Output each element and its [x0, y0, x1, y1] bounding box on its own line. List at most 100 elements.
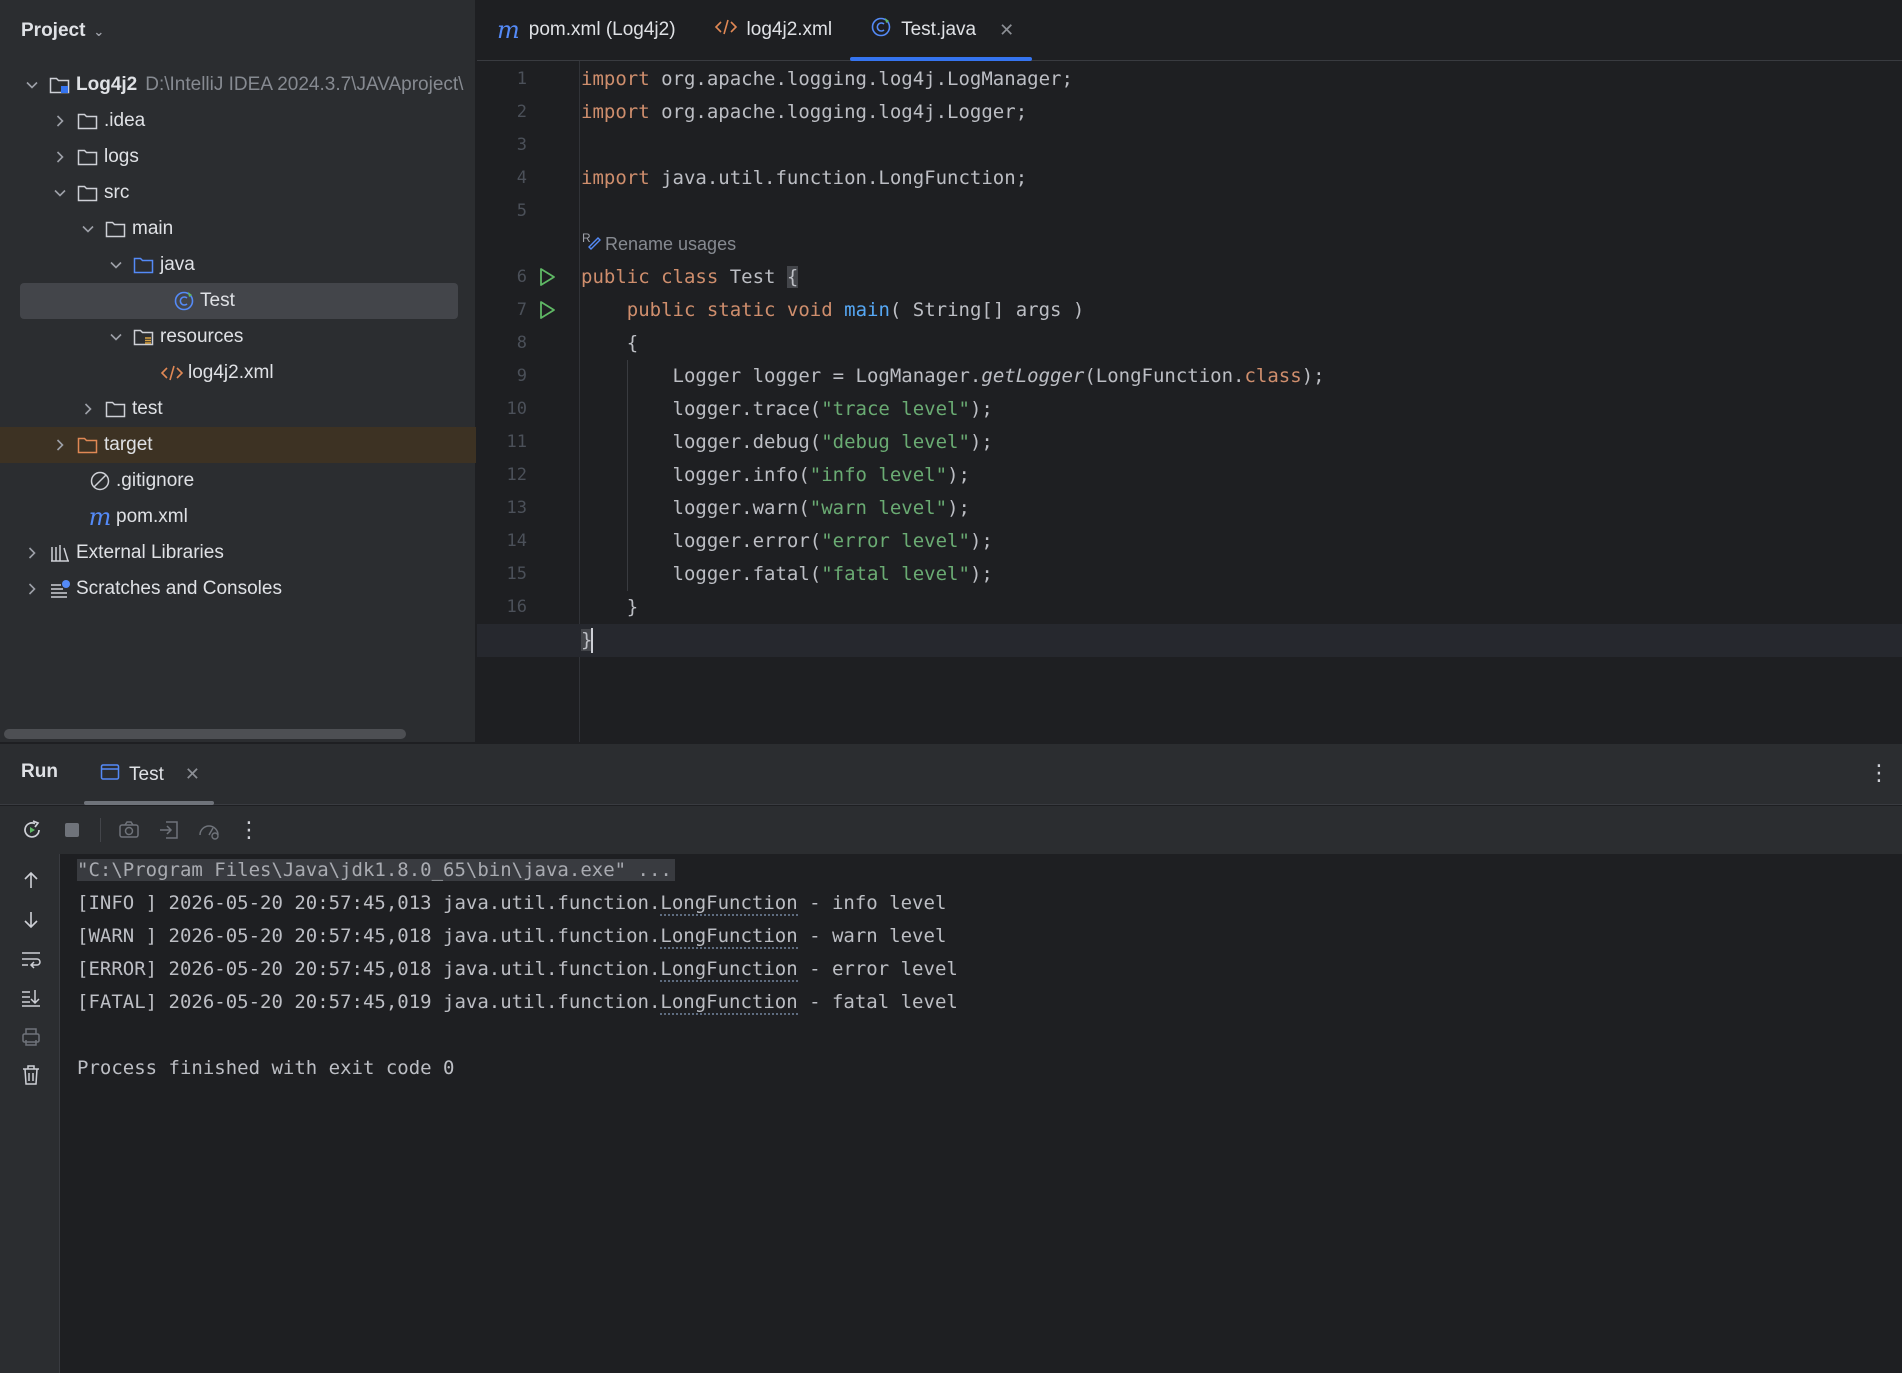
tab-log4j2-xml[interactable]: log4j2.xml: [694, 0, 851, 60]
code-area[interactable]: R Rename usages import org.apache.logging.…: [477, 61, 1902, 742]
rerun-icon[interactable]: [20, 818, 44, 842]
tree-item-java[interactable]: java: [0, 247, 476, 283]
tree-item-scratches[interactable]: Scratches and Consoles: [0, 571, 476, 607]
tree-item-log4j2[interactable]: Log4j2 D:\IntelliJ IDEA 2024.3.7\JAVApro…: [0, 67, 476, 103]
tree-item-idea[interactable]: .idea: [0, 103, 476, 139]
run-tab-test[interactable]: Test ✕: [84, 744, 214, 805]
run-gutter-icon[interactable]: [535, 265, 559, 289]
java-command[interactable]: "C:\Program Files\Java\jdk1.8.0_65\bin\j…: [77, 859, 675, 881]
close-icon[interactable]: ✕: [185, 764, 200, 785]
chevron-right-icon[interactable]: [52, 437, 68, 453]
code-line[interactable]: logger.trace("trace level");: [581, 393, 1902, 426]
chevron-right-icon[interactable]: [24, 545, 40, 561]
code-line[interactable]: import org.apache.logging.log4j.LogManag…: [581, 63, 1902, 96]
arrow-up-icon[interactable]: [19, 868, 43, 892]
scratches-icon: [48, 577, 72, 601]
close-icon[interactable]: ✕: [999, 20, 1014, 41]
tree-item-pom-xml[interactable]: m pom.xml: [0, 499, 476, 535]
tree-item-log4j2-xml[interactable]: log4j2.xml: [0, 355, 476, 391]
stop-icon[interactable]: [60, 818, 84, 842]
project-view-selector[interactable]: Project ⌄: [21, 18, 104, 44]
rename-usages-hint[interactable]: R Rename usages: [581, 228, 736, 261]
string-token: "debug level": [821, 431, 970, 453]
code-line[interactable]: import java.util.function.LongFunction;: [581, 162, 1902, 195]
code-line[interactable]: public class Test {: [581, 261, 1902, 294]
code-line[interactable]: logger.fatal("fatal level");: [581, 558, 1902, 591]
code-line[interactable]: public static void main( String[] args ): [581, 294, 1902, 327]
resources-folder-icon: [132, 325, 156, 349]
maven-icon: m: [497, 16, 520, 44]
tab-test-java[interactable]: Test.java ✕: [850, 0, 1033, 61]
code-token: org.apache.logging.log4j.Logger;: [649, 101, 1028, 123]
code-line[interactable]: logger.error("error level");: [581, 525, 1902, 558]
editor-tab-bar: m pom.xml (Log4j2) log4j2.xml Test.java …: [477, 0, 1902, 61]
tree-item-logs[interactable]: logs: [0, 139, 476, 175]
code-line[interactable]: [581, 129, 1902, 162]
more-options-icon[interactable]: ⋮: [1868, 760, 1890, 786]
tree-item-gitignore[interactable]: .gitignore: [0, 463, 476, 499]
code-line[interactable]: }: [581, 591, 1902, 624]
class-link[interactable]: LongFunction: [660, 958, 798, 982]
console-command-line[interactable]: "C:\Program Files\Java\jdk1.8.0_65\bin\j…: [77, 854, 675, 887]
code-line[interactable]: logger.debug("debug level");: [581, 426, 1902, 459]
camera-icon[interactable]: [117, 818, 141, 842]
chevron-down-icon[interactable]: [108, 329, 124, 345]
chevron-right-icon[interactable]: [52, 149, 68, 165]
tree-item-label: .gitignore: [116, 470, 195, 491]
trash-icon[interactable]: [19, 1063, 43, 1087]
soft-wrap-icon[interactable]: [19, 947, 43, 971]
exit-icon[interactable]: [157, 818, 181, 842]
line-number: 2: [516, 102, 527, 122]
code-token: );: [969, 431, 993, 453]
print-icon[interactable]: [19, 1025, 43, 1049]
profiler-icon[interactable]: [197, 818, 221, 842]
chevron-down-icon[interactable]: [24, 77, 40, 93]
code-line[interactable]: [581, 195, 1902, 228]
tree-item-test-folder[interactable]: test: [0, 391, 476, 427]
xml-icon: [160, 361, 184, 385]
chevron-down-icon[interactable]: [52, 185, 68, 201]
tree-item-src[interactable]: src: [0, 175, 476, 211]
class-link[interactable]: LongFunction: [660, 991, 798, 1015]
console-log-line: [INFO ] 2026-05-20 20:57:45,013 java.uti…: [77, 887, 946, 920]
run-gutter-icon[interactable]: [535, 298, 559, 322]
code-line[interactable]: }: [477, 624, 1902, 657]
code-line[interactable]: {: [581, 327, 1902, 360]
scroll-to-end-icon[interactable]: [19, 986, 43, 1010]
tree-item-target[interactable]: target: [0, 427, 476, 463]
string-token: "trace level": [821, 398, 970, 420]
tree-item-test-class[interactable]: Test: [20, 283, 458, 319]
tree-item-label: Scratches and Consoles: [76, 578, 282, 599]
line-number: 12: [506, 465, 527, 485]
tab-label: log4j2.xml: [746, 19, 833, 40]
keyword-token: import: [581, 167, 650, 189]
tree-item-external-libraries[interactable]: External Libraries: [0, 535, 476, 571]
code-line[interactable]: logger.info("info level");: [581, 459, 1902, 492]
tab-pom-xml[interactable]: m pom.xml (Log4j2): [477, 0, 694, 60]
arrow-down-icon[interactable]: [19, 908, 43, 932]
chevron-down-icon[interactable]: [80, 221, 96, 237]
tree-item-resources[interactable]: resources: [0, 319, 476, 355]
tree-item-label: java: [160, 254, 195, 275]
keyword-token: class: [1244, 365, 1302, 387]
code-line[interactable]: logger.warn("warn level");: [581, 492, 1902, 525]
line-number: 4: [516, 168, 527, 188]
chevron-down-icon[interactable]: [108, 257, 124, 273]
tree-item-main[interactable]: main: [0, 211, 476, 247]
chevron-right-icon[interactable]: [24, 581, 40, 597]
code-token: logger.trace(: [581, 398, 822, 420]
console-log-line: [ERROR] 2026-05-20 20:57:45,018 java.uti…: [77, 953, 958, 986]
line-number: 9: [516, 366, 527, 386]
console-output[interactable]: "C:\Program Files\Java\jdk1.8.0_65\bin\j…: [77, 854, 1902, 1373]
run-toolbar: ⋮: [0, 806, 1902, 854]
class-link[interactable]: LongFunction: [660, 925, 798, 949]
chevron-right-icon[interactable]: [52, 113, 68, 129]
class-link[interactable]: LongFunction: [660, 892, 798, 916]
horizontal-scrollbar[interactable]: [4, 729, 406, 739]
code-line[interactable]: import org.apache.logging.log4j.Logger;: [581, 96, 1902, 129]
chevron-right-icon[interactable]: [80, 401, 96, 417]
line-number: 7: [516, 300, 527, 320]
more-actions-icon[interactable]: ⋮: [237, 817, 261, 842]
code-line[interactable]: Logger logger = LogManager.getLogger(Lon…: [581, 360, 1902, 393]
